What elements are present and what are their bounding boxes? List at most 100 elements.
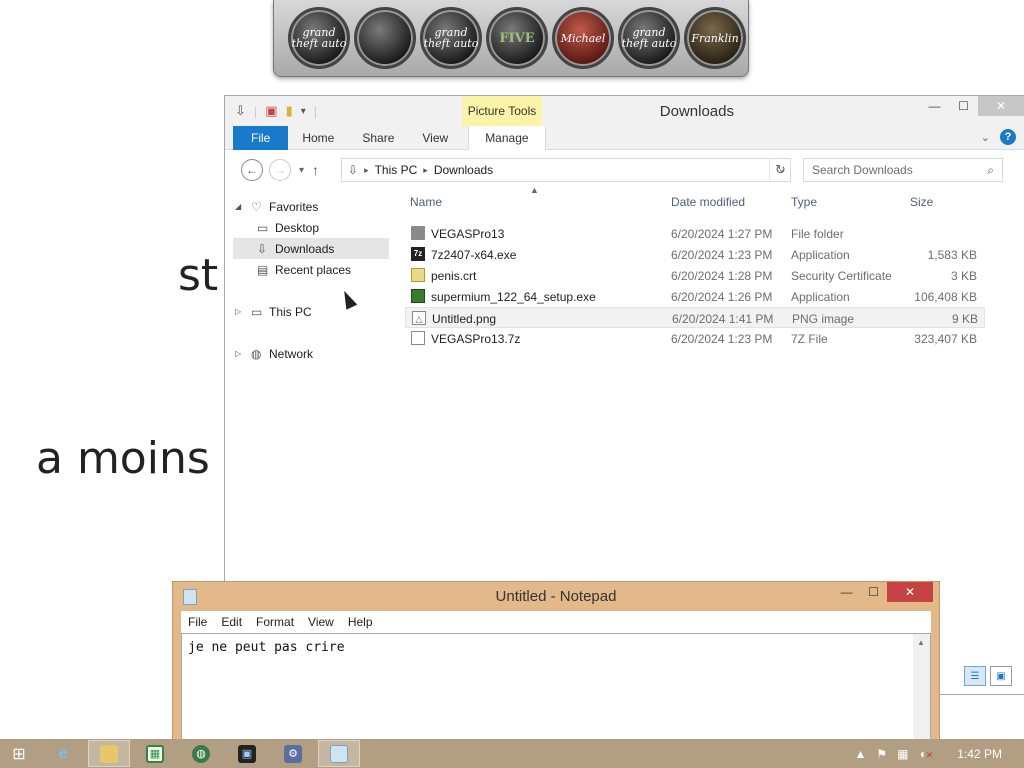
start-button[interactable]: ⊞ [0,739,38,768]
nav-this-pc[interactable]: ▷ ▭ This PC [233,301,393,322]
gta-characters-icon[interactable]: grand theft auto [420,7,482,69]
system-tray: ▲ ⚑ ▦ ◖✕ 1:42 PM [855,739,1024,768]
file-date: 6/20/2024 1:41 PM [672,312,774,326]
column-date-modified[interactable]: Date modified [671,195,745,209]
details-view-icon[interactable]: ☰ [964,666,986,686]
up-button[interactable]: ↑ [312,162,319,178]
gta-v-character-icon[interactable] [354,7,416,69]
tab-view[interactable]: View [408,126,462,150]
installer-icon: ⚙ [284,744,302,763]
volume-muted-icon[interactable]: ◖✕ [919,747,934,761]
file-date: 6/20/2024 1:27 PM [671,227,773,241]
minimize-button[interactable]: — [920,96,949,116]
nav-desktop[interactable]: ▭ Desktop [233,217,393,238]
dock-icon-label: grand theft auto [621,26,677,50]
view-switcher: ☰ ▣ [964,666,1012,686]
file-row[interactable]: supermium_122_64_setup.exe 6/20/2024 1:2… [405,286,985,307]
background-text-st: st [178,250,219,301]
large-icons-view-icon[interactable]: ▣ [990,666,1012,686]
maximize-button[interactable]: ☐ [949,96,978,116]
gta-five-logo-icon[interactable]: FIVE [486,7,548,69]
menu-edit[interactable]: Edit [221,615,242,629]
windows-logo-icon: ⊞ [12,745,26,763]
refresh-button[interactable]: ↻ [769,158,791,182]
file-size: 106,408 KB [914,290,977,304]
maximize-button[interactable]: ☐ [860,582,887,602]
notepad-menu-bar: File Edit Format View Help [181,611,931,633]
taskbar-store[interactable]: ▦ [134,740,176,767]
forward-button[interactable]: → [269,159,291,181]
expand-caret-icon[interactable]: ▷ [235,349,245,358]
help-icon[interactable]: ? [1000,129,1016,145]
file-row[interactable]: 7z 7z2407-x64.exe 6/20/2024 1:23 PM Appl… [405,244,985,265]
nav-network[interactable]: ▷ ◍ Network [233,343,393,364]
back-button[interactable]: ← [241,159,263,181]
menu-file[interactable]: File [188,615,207,629]
michael-icon[interactable]: Michael [552,7,614,69]
show-hidden-icons-icon[interactable]: ▲ [855,747,867,761]
ribbon-right-controls: ⌄ ? [981,129,1016,145]
certificate-icon [411,268,425,282]
minimize-button[interactable]: — [833,582,860,602]
column-name[interactable]: Name [410,195,442,209]
notepad-title: Untitled - Notepad [495,588,617,605]
close-button[interactable]: ✕ [978,96,1024,116]
gta-vice-city-icon[interactable]: grand theft auto [288,7,350,69]
gta-trevor-icon[interactable]: grand theft auto [618,7,680,69]
file-row[interactable]: VEGASPro13 6/20/2024 1:27 PM File folder [405,223,985,244]
game-launcher-dock: grand theft auto grand theft auto FIVE M… [273,0,749,77]
file-list: ▲ Name Date modified Type Size VEGASPro1… [405,185,985,349]
notepad-title-bar[interactable]: Untitled - Notepad — ☐ ✕ [173,582,939,611]
taskbar-installer-app[interactable]: ⚙ [272,740,314,767]
menu-view[interactable]: View [308,615,334,629]
collapse-caret-icon[interactable]: ◢ [235,202,245,211]
breadcrumb-downloads[interactable]: Downloads [434,163,493,177]
network-status-icon[interactable]: ▦ [897,747,908,761]
nav-recent-places[interactable]: ▤ Recent places [233,259,393,280]
taskbar-notepad[interactable] [318,740,360,767]
nav-favorites[interactable]: ◢ ♡ Favorites [233,196,393,217]
nav-downloads[interactable]: ⇩ Downloads [233,238,389,259]
7z-app-icon: 7z [411,247,425,261]
tab-manage[interactable]: Manage [468,125,546,150]
recent-locations-icon[interactable]: ▾ [299,165,304,176]
action-center-flag-icon[interactable]: ⚑ [876,747,887,761]
menu-help[interactable]: Help [348,615,373,629]
download-icon: ⇩ [257,241,268,256]
file-row[interactable]: VEGASPro13.7z 6/20/2024 1:23 PM 7Z File … [405,328,985,349]
taskbar-internet-explorer[interactable]: e [42,740,84,767]
star-icon: ♡ [251,199,262,214]
taskbar-globe-app[interactable]: ◍ [180,740,222,767]
dock-icon-label: grand theft auto [423,26,479,50]
search-input[interactable]: Search Downloads ⌕ [803,158,1003,182]
column-type[interactable]: Type [791,195,817,209]
file-row[interactable]: penis.crt 6/20/2024 1:28 PM Security Cer… [405,265,985,286]
search-placeholder: Search Downloads [812,163,913,177]
explorer-title-bar[interactable]: ⇩ | ▣ ▮ ▾ | Picture Tools Downloads — ☐ … [225,96,1024,126]
file-size: 323,407 KB [914,332,977,346]
close-button[interactable]: ✕ [887,582,933,602]
file-type: PNG image [792,312,855,326]
column-size[interactable]: Size [910,195,933,209]
address-bar[interactable]: ⇩ ▸ This PC ▸ Downloads ⌄ [341,158,791,182]
file-date: 6/20/2024 1:23 PM [671,248,773,262]
file-name: penis.crt [431,269,477,283]
file-size: 3 KB [950,269,977,283]
menu-format[interactable]: Format [256,615,294,629]
franklin-icon[interactable]: Franklin [684,7,746,69]
expand-caret-icon[interactable]: ▷ [235,307,245,316]
tab-share[interactable]: Share [348,126,408,150]
taskbar-terminal-app[interactable]: ▣ [226,740,268,767]
file-row[interactable]: △ Untitled.png 6/20/2024 1:41 PM PNG ima… [405,307,985,328]
breadcrumb-this-pc[interactable]: This PC [375,163,418,177]
scroll-up-icon[interactable]: ▲ [917,638,925,647]
tab-home[interactable]: Home [288,126,348,150]
search-icon: ⌕ [987,163,994,177]
computer-icon: ▭ [251,304,263,319]
clock[interactable]: 1:42 PM [957,747,1002,761]
file-date: 6/20/2024 1:23 PM [671,332,773,346]
taskbar-file-explorer[interactable] [88,740,130,767]
expand-ribbon-icon[interactable]: ⌄ [981,131,990,144]
tab-file[interactable]: File [233,125,289,150]
taskbar: ⊞ e ▦ ◍ ▣ ⚙ ▲ ⚑ ▦ ◖✕ 1:42 PM [0,739,1024,768]
